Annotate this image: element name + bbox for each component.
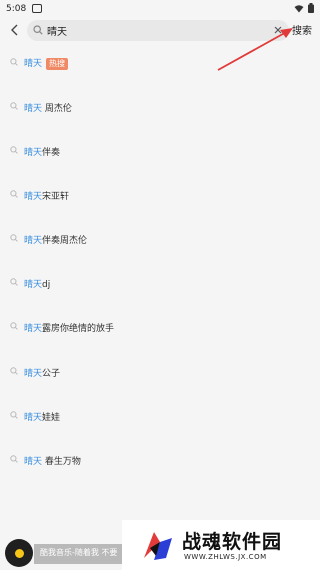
suggestion-text: 晴天伴奏周杰伦 xyxy=(24,233,87,246)
suggestion-rest: 公子 xyxy=(42,368,61,379)
back-button[interactable] xyxy=(6,20,22,40)
chevron-left-icon xyxy=(11,24,18,36)
suggestion-highlight: 晴天 xyxy=(24,279,43,290)
status-icons xyxy=(294,3,314,13)
suggestion-text: 晴天 春生万物 xyxy=(24,454,81,467)
wifi-icon xyxy=(294,4,304,12)
suggestion-highlight: 晴天 xyxy=(24,235,43,246)
search-icon xyxy=(10,190,18,198)
suggestion-highlight: 晴天 xyxy=(24,412,43,423)
watermark-logo-icon xyxy=(144,532,172,560)
status-time: 5:08 xyxy=(6,3,27,14)
suggestion-rest: 伴奏周杰伦 xyxy=(42,235,88,246)
suggestion-rest: 周杰伦 xyxy=(42,103,72,114)
search-icon xyxy=(10,455,18,463)
suggestion-item[interactable]: 晴天伴奏周杰伦 xyxy=(0,224,320,254)
suggestion-item[interactable]: 晴天dj xyxy=(0,268,320,298)
suggestion-item[interactable]: 晴天露房你绝情的放手 xyxy=(0,312,320,342)
suggestion-rest: 宋亚轩 xyxy=(42,191,70,202)
suggestion-text: 晴天公子 xyxy=(24,366,60,379)
suggestion-item[interactable]: 晴天娃娃 xyxy=(0,401,320,431)
suggestion-rest: 伴奏 xyxy=(42,147,61,158)
search-icon xyxy=(10,411,18,419)
watermark: 战魂软件园 WWW.ZHLWS.JX.COM xyxy=(122,520,320,570)
search-icon xyxy=(10,146,18,154)
suggestion-text: 晴天伴奏 xyxy=(24,145,60,158)
suggestion-highlight: 晴天 xyxy=(24,456,43,467)
search-icon xyxy=(10,322,18,330)
suggestion-item[interactable]: 晴天宋亚轩 xyxy=(0,180,320,210)
search-icon xyxy=(10,234,18,242)
now-playing-text: 酷我音乐-随着我 不要 xyxy=(40,548,118,557)
suggestion-highlight: 晴天 xyxy=(24,59,43,70)
suggestion-text: 晴天露房你绝情的放手 xyxy=(24,321,114,334)
suggestion-text: 晴天 热搜 xyxy=(24,56,69,70)
battery-icon xyxy=(308,3,314,13)
suggestion-item[interactable]: 晴天公子 xyxy=(0,357,320,387)
suggestion-highlight: 晴天 xyxy=(24,147,43,158)
watermark-title: 战魂软件园 xyxy=(182,531,283,553)
suggestion-rest: dj xyxy=(42,279,51,290)
suggestion-item[interactable]: 晴天 春生万物 xyxy=(0,445,320,475)
search-icon xyxy=(33,25,43,35)
search-icon xyxy=(10,278,18,286)
suggestion-text: 晴天dj xyxy=(24,277,50,290)
status-bar: 5:08 xyxy=(0,0,320,17)
suggestion-text: 晴天娃娃 xyxy=(24,410,60,423)
suggestion-text: 晴天 周杰伦 xyxy=(24,101,72,114)
notification-app-icon xyxy=(32,4,43,13)
album-disc-icon[interactable] xyxy=(5,539,33,567)
suggestion-item[interactable]: 晴天 热搜 xyxy=(0,48,320,78)
hot-badge: 热搜 xyxy=(46,57,69,70)
suggestion-item[interactable]: 晴天伴奏 xyxy=(0,136,320,166)
search-icon xyxy=(10,58,18,66)
search-icon xyxy=(10,102,18,110)
suggestion-highlight: 晴天 xyxy=(24,191,43,202)
suggestion-highlight: 晴天 xyxy=(24,103,43,114)
suggestion-item[interactable]: 晴天 周杰伦 xyxy=(0,92,320,122)
disc-center xyxy=(14,548,24,558)
suggestion-text: 晴天宋亚轩 xyxy=(24,189,69,202)
suggestion-rest: 春生万物 xyxy=(42,456,81,467)
search-icon xyxy=(10,367,18,375)
suggestion-rest: 娃娃 xyxy=(42,412,61,423)
suggestion-rest: 露房你绝情的放手 xyxy=(42,323,115,334)
watermark-url: WWW.ZHLWS.JX.COM xyxy=(184,553,267,561)
suggestion-highlight: 晴天 xyxy=(24,323,43,334)
suggestion-highlight: 晴天 xyxy=(24,368,43,379)
